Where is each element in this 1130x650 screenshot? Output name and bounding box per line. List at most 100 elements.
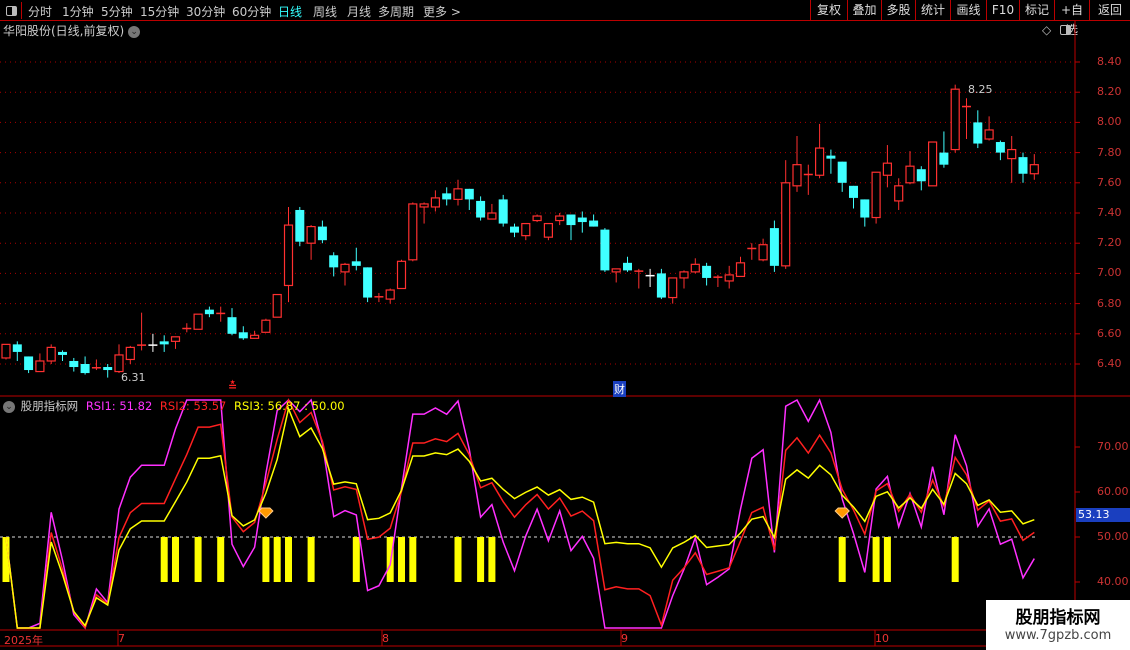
candle-body-down — [12, 344, 22, 352]
chevron-down-icon[interactable]: ⌄ — [3, 400, 15, 413]
watermark: 股朋指标网 www.7gpzb.com — [986, 600, 1130, 650]
signal-bar — [160, 537, 168, 582]
candle-body-up — [668, 277, 678, 299]
event-marker-icon[interactable]: ≛ — [228, 380, 237, 393]
candle-body-down — [589, 220, 599, 227]
candle-body-up — [984, 129, 994, 140]
watermark-url: www.7gpzb.com — [1004, 628, 1112, 643]
price-axis-label: 6.60 — [1097, 326, 1122, 340]
candle-body-up — [532, 215, 542, 222]
candle-body-up — [1029, 164, 1039, 175]
candle-body-down — [849, 185, 858, 198]
date-label: 10 — [875, 632, 889, 645]
candle-body-up — [905, 165, 915, 184]
signal-bar — [838, 537, 846, 582]
current-indicator-value: 53.13 — [1076, 508, 1130, 522]
candle-body-up — [170, 336, 181, 342]
level-value: : 50.00 — [304, 399, 345, 413]
signal-bar — [352, 537, 360, 582]
candle-body-up — [46, 346, 56, 362]
candle-body-up — [487, 212, 497, 220]
price-axis-label: 8.20 — [1097, 85, 1122, 99]
high-price-label: 8.25 — [968, 83, 993, 96]
candle-body-up — [283, 224, 294, 287]
indicator-axis-label: 50.00 — [1097, 530, 1129, 543]
candle-body-up — [927, 141, 938, 187]
kline-chart[interactable] — [0, 0, 1130, 650]
rsi3-value: RSI3: 56.87 — [234, 399, 301, 413]
candle-body-down — [837, 161, 847, 183]
signal-bar — [883, 537, 891, 582]
candle-body-down — [803, 173, 813, 176]
candle-body-up — [306, 225, 316, 244]
signal-bar — [477, 537, 485, 582]
indicator-axis-label: 70.00 — [1097, 440, 1129, 453]
candle-body-down — [80, 364, 90, 374]
candle-body-up — [679, 271, 689, 279]
signal-bar — [409, 537, 417, 582]
candle-body-up — [396, 260, 407, 290]
candle-body-down — [577, 217, 587, 223]
signal-bar — [951, 537, 959, 582]
candle-body-down — [69, 360, 79, 368]
date-label: 9 — [621, 632, 628, 645]
candle-body-down — [227, 317, 237, 334]
candle-body-up — [340, 263, 350, 273]
candle-body-down — [295, 209, 305, 242]
candle-body-down — [182, 327, 192, 330]
candle-body-down — [769, 228, 779, 266]
candle-body-down — [1018, 157, 1028, 174]
candle-body-up — [555, 215, 565, 222]
candle-body-down — [363, 267, 373, 298]
candle-body-down — [600, 229, 610, 271]
candle-body-up — [385, 289, 395, 300]
candle-body-up — [758, 244, 768, 261]
price-axis-label: 7.40 — [1097, 206, 1122, 219]
price-axis-label: 7.60 — [1097, 175, 1122, 189]
price-axis-label: 6.80 — [1097, 296, 1122, 310]
price-axis-label: 8.40 — [1097, 55, 1122, 68]
candle-body-down — [713, 276, 723, 278]
candle-body-down — [860, 199, 870, 218]
candle-body-down — [634, 270, 644, 272]
candle-body-down — [329, 255, 339, 268]
signal-bar — [262, 537, 270, 582]
date-label: 2025年 — [4, 634, 43, 647]
candle-body-down — [623, 262, 632, 271]
indicator-axis-label: 40.00 — [1097, 575, 1129, 588]
candle-body-up — [453, 188, 463, 201]
watermark-name: 股朋指标网 — [1015, 608, 1101, 628]
candle-body-up — [125, 346, 135, 361]
indicator-axis-label: 60.00 — [1097, 485, 1129, 498]
signal-bar — [307, 537, 315, 582]
price-axis-label: 7.80 — [1097, 145, 1122, 159]
candle-body-up — [261, 319, 271, 333]
rsi3-line — [5, 406, 1035, 629]
price-axis-label: 7.20 — [1097, 236, 1122, 250]
candle-body-up — [871, 171, 881, 219]
candle-body-up — [690, 263, 700, 273]
candle-body-down — [137, 344, 147, 346]
rsi1-line — [5, 398, 1035, 630]
candle-body-down — [91, 367, 101, 369]
candle-body-down — [464, 188, 474, 200]
candle-body-up — [408, 203, 418, 261]
finance-event-marker[interactable]: 财 — [613, 381, 626, 397]
date-label: 7 — [118, 632, 125, 645]
candle-body-up — [250, 334, 260, 339]
indicator-name[interactable]: 股朋指标网 — [21, 399, 79, 413]
candle-body-down — [476, 200, 486, 218]
signal-bar — [398, 537, 405, 582]
candle-body-down — [916, 169, 926, 182]
diamond-signal-icon — [834, 507, 850, 519]
candle-body-down — [826, 155, 836, 159]
diamond-signal-icon — [258, 507, 274, 519]
candle-body-up — [950, 88, 960, 151]
candle-body-down — [962, 105, 971, 108]
candle-body-down — [204, 309, 214, 315]
candle-body-up — [882, 162, 893, 176]
candle-body-up — [1007, 148, 1017, 160]
candle-body-down — [148, 344, 158, 346]
rsi2-value: RSI2: 53.57 — [159, 399, 227, 413]
candle-body-up — [521, 222, 531, 237]
